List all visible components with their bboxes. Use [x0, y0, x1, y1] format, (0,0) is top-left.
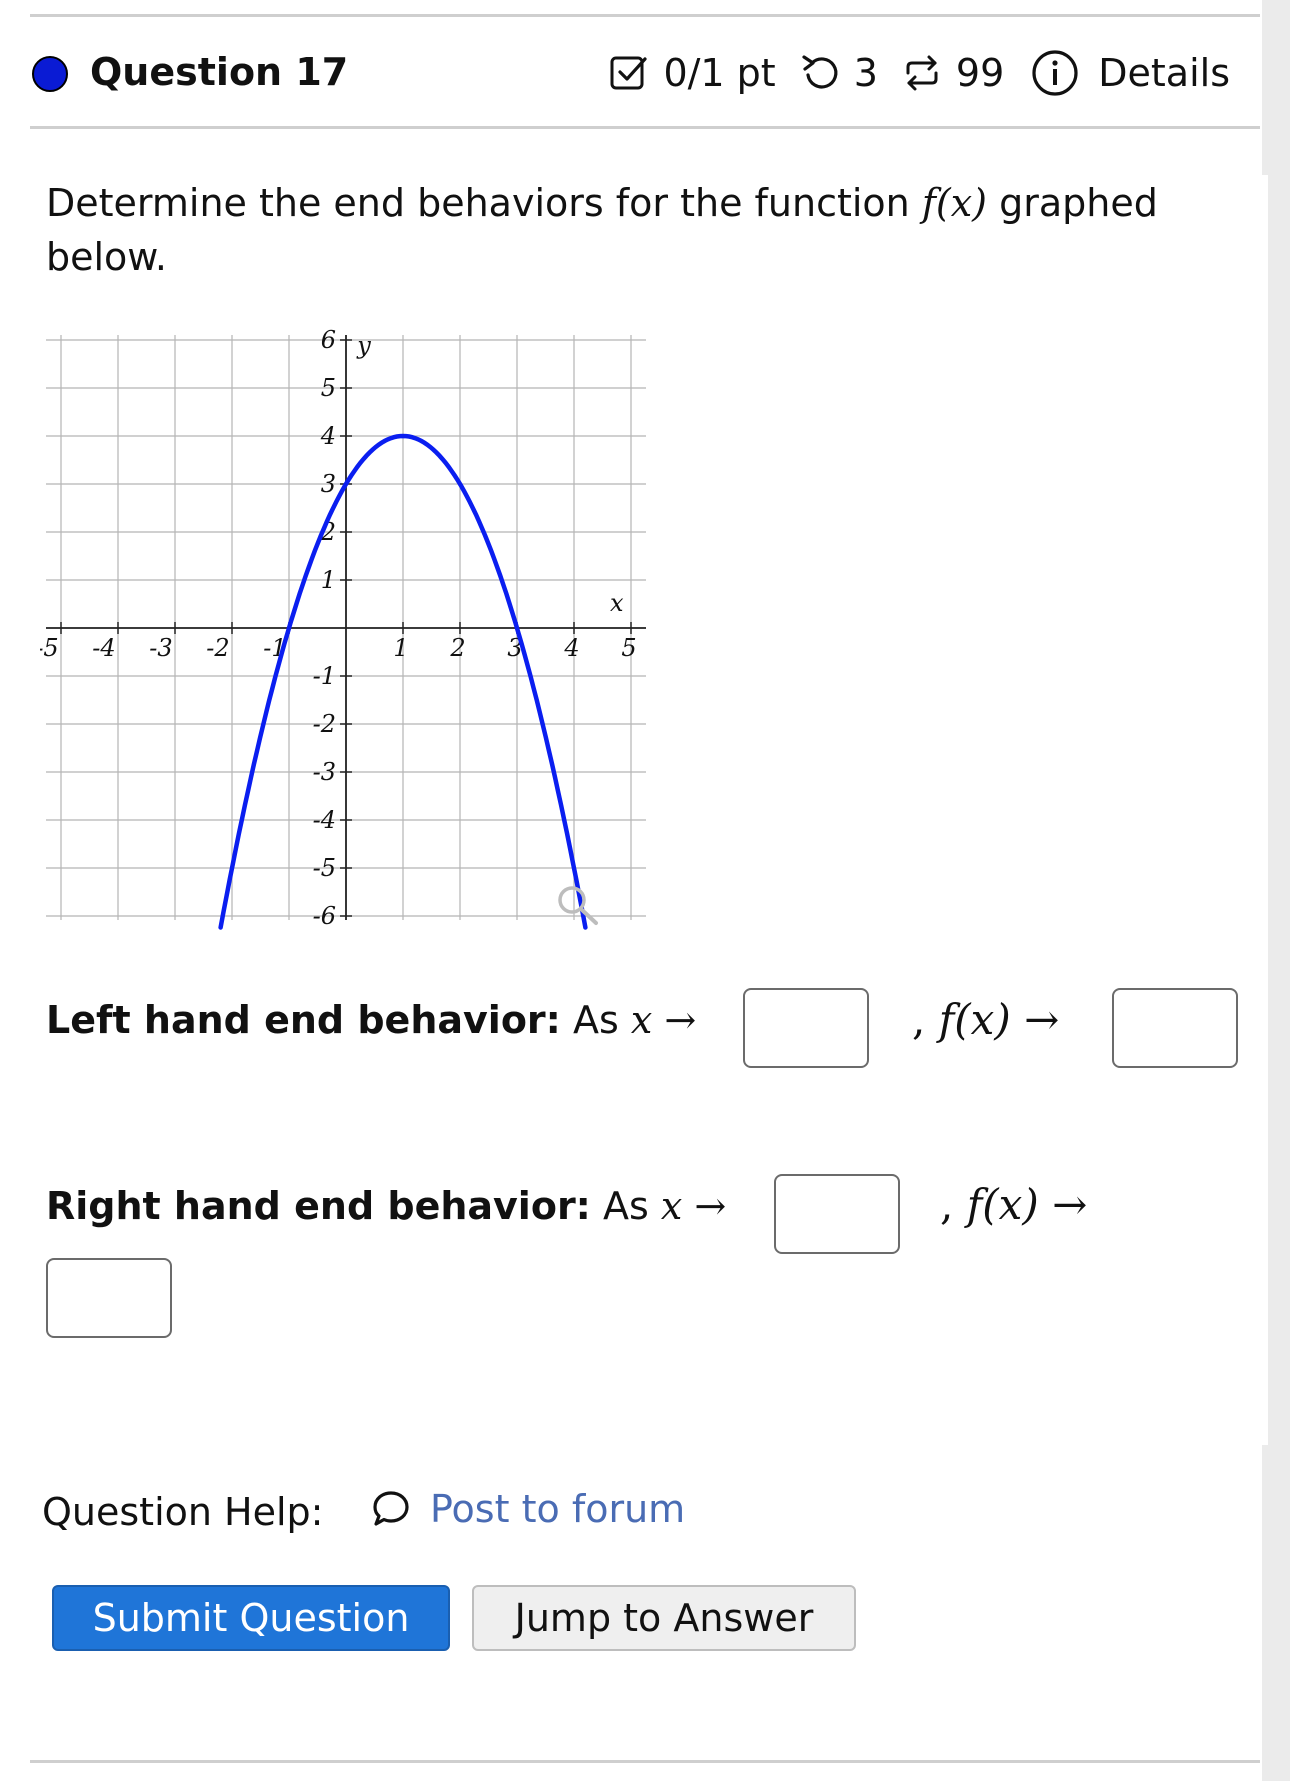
y-tick-label: -4 [313, 806, 336, 834]
left-behavior-row: Left hand end behavior: As x → [46, 998, 696, 1042]
y-tick-label: 4 [320, 422, 336, 450]
repeat-icon [906, 55, 938, 91]
attempts-count: 3 [853, 51, 878, 95]
question-page: Question 17 0/1 pt 3 99 Details Determin… [0, 0, 1262, 1781]
bottom-divider [30, 1760, 1260, 1763]
y-axis-label: y [356, 331, 371, 359]
left-fx-answer-input[interactable] [1112, 988, 1238, 1068]
score-text: 0/1 pt [663, 51, 776, 95]
checkbox-icon [610, 56, 648, 90]
right-fx-expression: , f(x) → [940, 1180, 1087, 1229]
scrollbar-track-gap [1262, 175, 1268, 1445]
submit-question-button[interactable]: Submit Question [52, 1585, 450, 1651]
question-prompt: Determine the end behaviors for the func… [46, 176, 1226, 284]
left-x-answer-input[interactable] [743, 988, 869, 1068]
left-fx-arrow: → [1024, 995, 1060, 1044]
forum-link-text[interactable]: Post to forum [430, 1487, 685, 1531]
post-to-forum-link[interactable]: Post to forum [370, 1487, 685, 1531]
y-tick-label: -5 [313, 854, 336, 882]
scrollbar[interactable] [1262, 0, 1290, 1781]
y-tick-label: 5 [321, 374, 336, 402]
graph-svg: -5-4-3-2-112345654321-1-2-3-4-5-6xy [35, 326, 646, 930]
x-axis-label: x [610, 589, 624, 617]
right-x-var: x [660, 1184, 683, 1228]
question-title: Question 17 [90, 50, 349, 94]
x-tick-label: 1 [393, 634, 408, 662]
y-tick-label: 3 [321, 470, 336, 498]
x-tick-label: -5 [40, 634, 59, 662]
tries-count: 99 [955, 51, 1005, 95]
question-help-label: Question Help: [42, 1490, 324, 1534]
speech-bubble-icon [373, 1491, 409, 1526]
right-arrow: → [694, 1184, 727, 1228]
y-tick-label: -1 [313, 662, 336, 690]
y-tick-label: 6 [321, 326, 336, 354]
question-status-dot [32, 56, 68, 92]
right-fx-arrow: → [1052, 1180, 1088, 1229]
left-x-var: x [630, 998, 653, 1042]
y-tick-label: 1 [321, 566, 336, 594]
left-fx: f(x) [938, 995, 1011, 1044]
x-tick-label: 2 [449, 634, 465, 662]
left-fx-expression: , f(x) → [912, 995, 1059, 1044]
right-x-answer-input[interactable] [774, 1174, 900, 1254]
prompt-function: f(x) [921, 181, 987, 225]
prompt-text-before: Determine the end behaviors for the func… [46, 181, 922, 225]
left-behavior-label: Left hand end behavior: [46, 998, 561, 1042]
right-behavior-label: Right hand end behavior: [46, 1184, 591, 1228]
left-comma: , [912, 995, 926, 1044]
tries-item: 99 [902, 51, 1004, 95]
x-tick-label: -4 [92, 634, 115, 662]
attempts-item: 3 [800, 51, 878, 95]
header-divider [30, 126, 1260, 129]
y-tick-label: -3 [313, 758, 336, 786]
right-as-text: As [602, 1184, 661, 1228]
question-meta: 0/1 pt 3 99 Details [609, 48, 1230, 98]
right-comma: , [940, 1180, 954, 1229]
jump-to-answer-button[interactable]: Jump to Answer [472, 1585, 856, 1651]
x-tick-label: -2 [206, 634, 229, 662]
x-tick-label: 5 [621, 634, 636, 662]
right-fx-answer-input[interactable] [46, 1258, 172, 1338]
score-item: 0/1 pt [609, 51, 776, 95]
y-tick-label: -6 [313, 902, 336, 930]
retry-icon [802, 55, 838, 89]
left-as-text: As [572, 998, 631, 1042]
x-tick-label: 4 [563, 634, 579, 662]
details-toggle[interactable]: Details [1030, 48, 1230, 98]
y-tick-label: -2 [313, 710, 336, 738]
details-label[interactable]: Details [1098, 51, 1230, 95]
right-fx: f(x) [966, 1180, 1039, 1229]
function-graph: -5-4-3-2-112345654321-1-2-3-4-5-6xy [35, 325, 660, 930]
left-arrow: → [664, 998, 697, 1042]
right-behavior-row: Right hand end behavior: As x → [46, 1184, 726, 1228]
top-divider [30, 14, 1260, 17]
x-tick-label: -3 [149, 634, 172, 662]
info-icon [1032, 50, 1078, 96]
